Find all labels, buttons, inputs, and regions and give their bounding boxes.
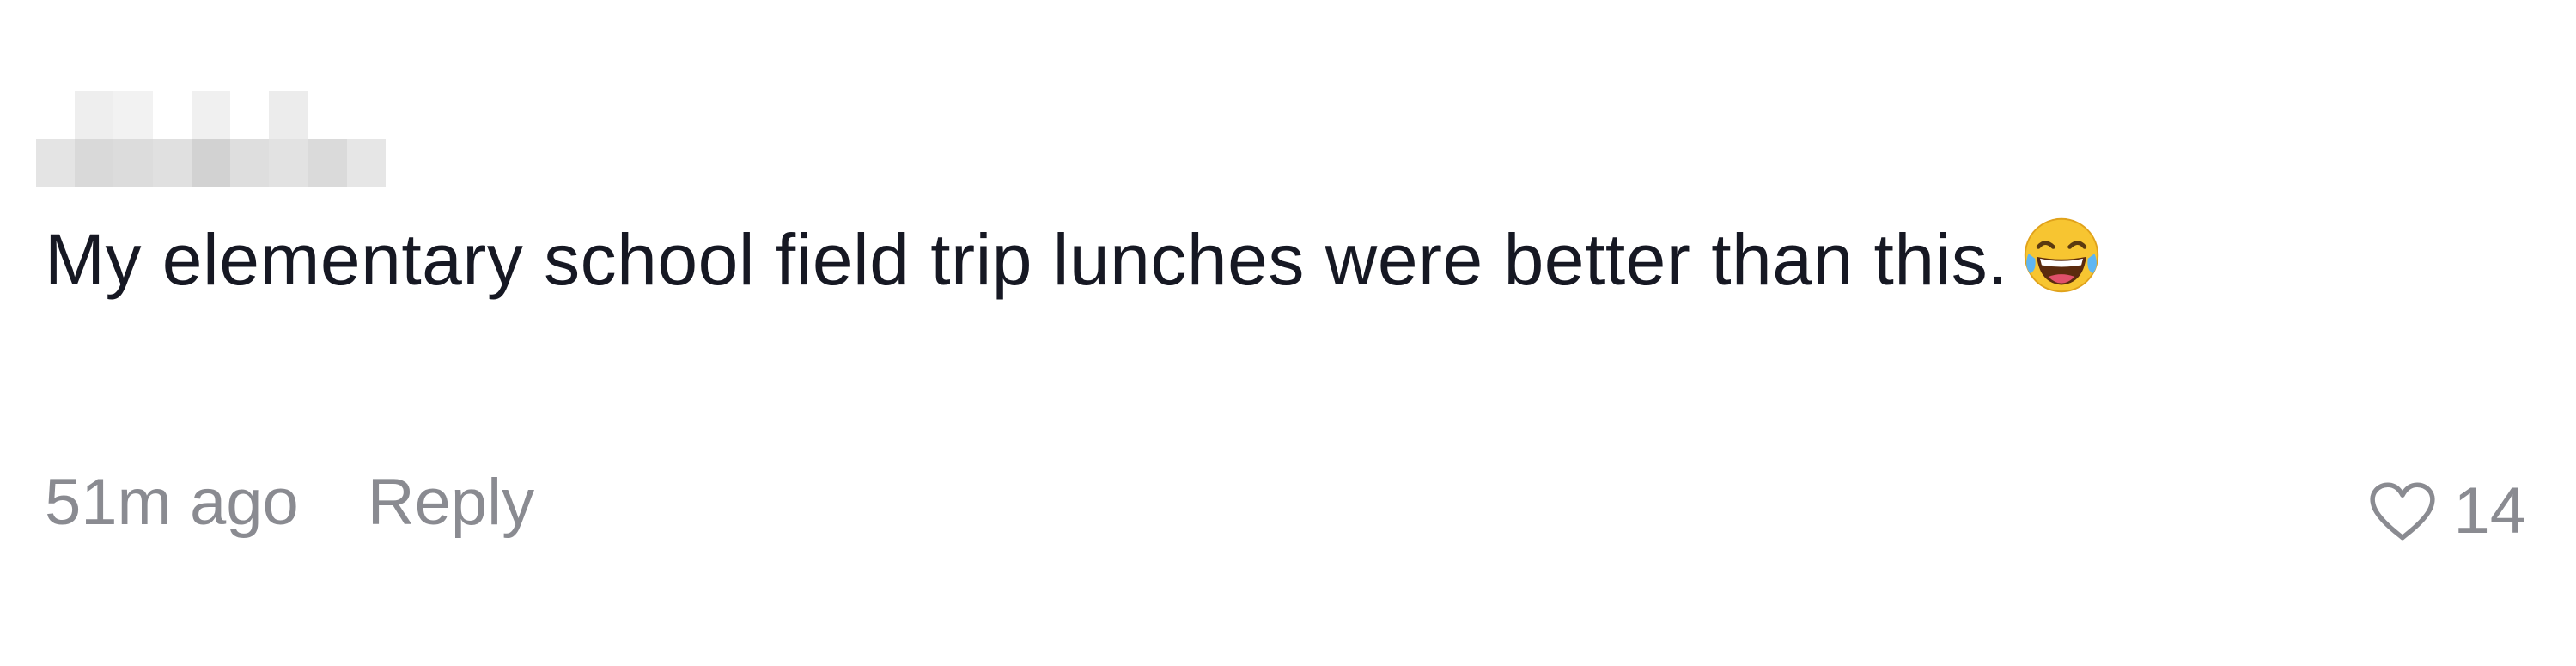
comment-text: My elementary school field trip lunches … [45,205,2278,315]
like-count: 14 [2453,474,2526,547]
face-with-tears-of-joy-icon [2024,217,2099,293]
comment-body: My elementary school field trip lunches … [45,219,2009,300]
comment-meta: 51m ago Reply [45,460,534,546]
comment-item: My elementary school field trip lunches … [0,0,2576,666]
heart-outline-icon [2370,482,2436,541]
username-redacted [36,91,386,187]
reply-button[interactable]: Reply [368,460,534,546]
like-button[interactable]: 14 [2367,468,2526,554]
timestamp: 51m ago [45,466,299,539]
